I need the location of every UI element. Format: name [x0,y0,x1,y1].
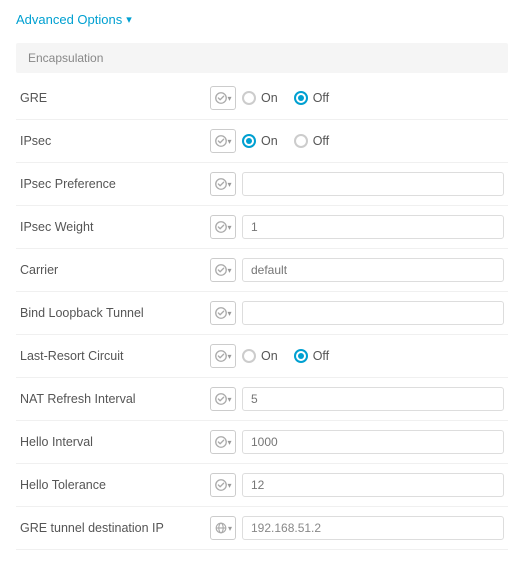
icon-btn-carrier[interactable]: ▾ [210,258,236,282]
field-row-hello-tolerance: Hello Tolerance ▾ [16,464,508,507]
field-label-hello-interval: Hello Interval [20,435,210,449]
radio-circle-ipsec-on [242,134,256,148]
field-control-hello-tolerance: ▾ [210,473,504,497]
field-row-ipsec: IPsec ▾ On Off [16,120,508,163]
radio-group-gre: On Off [242,91,329,105]
text-input-hello-tolerance[interactable] [242,473,504,497]
icon-btn-ipsec-weight[interactable]: ▾ [210,215,236,239]
icon-btn-hello-interval[interactable]: ▾ [210,430,236,454]
text-input-gre-tunnel-dest-ip[interactable] [242,516,504,540]
icon-btn-hello-tolerance[interactable]: ▾ [210,473,236,497]
icon-btn-last-resort-circuit[interactable]: ▾ [210,344,236,368]
field-label-hello-tolerance: Hello Tolerance [20,478,210,492]
text-input-ipsec-preference[interactable] [242,172,504,196]
field-row-ipsec-weight: IPsec Weight ▾ [16,206,508,249]
chevron-down-icon: ▾ [126,13,132,26]
radio-circle-ipsec-off [294,134,308,148]
field-label-gre: GRE [20,91,210,105]
field-row-bind-loopback-tunnel: Bind Loopback Tunnel ▾ [16,292,508,335]
radio-circle-last-resort-circuit-on [242,349,256,363]
radio-option-last-resort-circuit-on[interactable]: On [242,349,278,363]
field-control-gre: ▾ On Off [210,86,504,110]
field-control-carrier: ▾ [210,258,504,282]
field-row-gre: GRE ▾ On Off [16,77,508,120]
icon-btn-bind-loopback-tunnel[interactable]: ▾ [210,301,236,325]
field-label-carrier: Carrier [20,263,210,277]
encapsulation-section-header: Encapsulation [16,43,508,73]
radio-label-ipsec-off: Off [313,134,329,148]
radio-circle-last-resort-circuit-off [294,349,308,363]
field-label-bind-loopback-tunnel: Bind Loopback Tunnel [20,306,210,320]
field-label-gre-tunnel-dest-ip: GRE tunnel destination IP [20,521,210,535]
field-control-ipsec-weight: ▾ [210,215,504,239]
icon-btn-ipsec[interactable]: ▾ [210,129,236,153]
field-row-last-resort-circuit: Last-Resort Circuit ▾ On Off [16,335,508,378]
field-control-ipsec: ▾ On Off [210,129,504,153]
icon-btn-gre[interactable]: ▾ [210,86,236,110]
field-label-ipsec: IPsec [20,134,210,148]
field-control-bind-loopback-tunnel: ▾ [210,301,504,325]
radio-option-ipsec-on[interactable]: On [242,134,278,148]
radio-group-ipsec: On Off [242,134,329,148]
field-row-nat-refresh-interval: NAT Refresh Interval ▾ [16,378,508,421]
field-label-ipsec-preference: IPsec Preference [20,177,210,191]
radio-label-last-resort-circuit-on: On [261,349,278,363]
radio-label-gre-on: On [261,91,278,105]
page-container: Advanced Options ▾ Encapsulation GRE ▾ On… [0,0,524,570]
radio-circle-gre-off [294,91,308,105]
icon-btn-nat-refresh-interval[interactable]: ▾ [210,387,236,411]
text-input-bind-loopback-tunnel[interactable] [242,301,504,325]
field-control-last-resort-circuit: ▾ On Off [210,344,504,368]
radio-option-gre-on[interactable]: On [242,91,278,105]
field-label-nat-refresh-interval: NAT Refresh Interval [20,392,210,406]
field-label-last-resort-circuit: Last-Resort Circuit [20,349,210,363]
text-input-ipsec-weight[interactable] [242,215,504,239]
radio-label-last-resort-circuit-off: Off [313,349,329,363]
field-row-carrier: Carrier ▾ [16,249,508,292]
field-row-ipsec-preference: IPsec Preference ▾ [16,163,508,206]
field-label-ipsec-weight: IPsec Weight [20,220,210,234]
radio-circle-gre-on [242,91,256,105]
radio-label-gre-off: Off [313,91,329,105]
globe-btn-gre-tunnel-dest-ip[interactable]: ▾ [210,516,236,540]
radio-group-last-resort-circuit: On Off [242,349,329,363]
field-row-gre-tunnel-dest-ip: GRE tunnel destination IP ▾ [16,507,508,550]
field-row-hello-interval: Hello Interval ▾ [16,421,508,464]
field-control-nat-refresh-interval: ▾ [210,387,504,411]
fields-container: GRE ▾ On Off IPsec ▾ On Off IPsec Preference ▾… [16,77,508,550]
icon-btn-ipsec-preference[interactable]: ▾ [210,172,236,196]
radio-label-ipsec-on: On [261,134,278,148]
advanced-options-header[interactable]: Advanced Options ▾ [16,12,508,27]
text-input-hello-interval[interactable] [242,430,504,454]
radio-option-ipsec-off[interactable]: Off [294,134,329,148]
advanced-options-label: Advanced Options [16,12,122,27]
radio-option-last-resort-circuit-off[interactable]: Off [294,349,329,363]
field-control-hello-interval: ▾ [210,430,504,454]
radio-option-gre-off[interactable]: Off [294,91,329,105]
text-input-carrier[interactable] [242,258,504,282]
text-input-nat-refresh-interval[interactable] [242,387,504,411]
field-control-gre-tunnel-dest-ip: ▾ [210,516,504,540]
encapsulation-label: Encapsulation [28,51,103,65]
field-control-ipsec-preference: ▾ [210,172,504,196]
